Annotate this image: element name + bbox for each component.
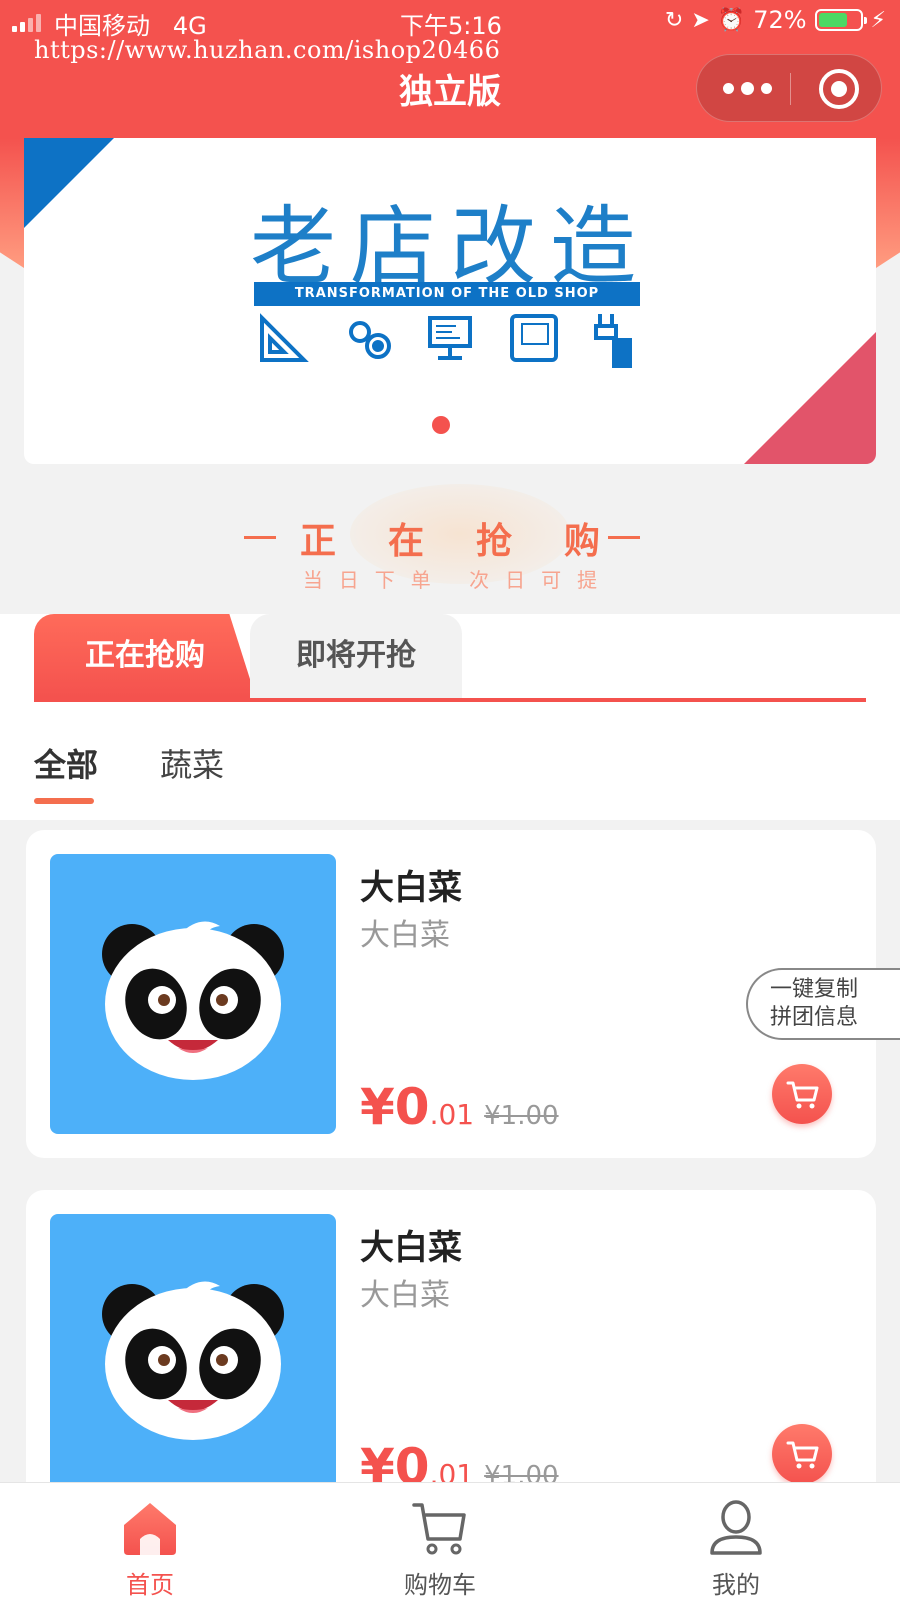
plug-icon [594, 314, 632, 368]
price-currency: ¥ [360, 1078, 395, 1136]
section-subheading: 当日下单 次日可提 [302, 568, 614, 592]
banner-area: 老店改造 TRANSFORMATION OF THE OLD SHOP [0, 138, 900, 464]
bottom-tab-bar: 首页 购物车 我的 [0, 1482, 900, 1600]
price-integer: 0 [394, 1078, 430, 1136]
charging-icon: ⚡ [870, 7, 886, 33]
flash-sale-heading: 正在抢购 当日下单 次日可提 [0, 464, 900, 614]
panda-mascot-icon [102, 921, 284, 1080]
product-description: 大白菜 [360, 918, 450, 953]
sale-tabs: 正在抢购 即将开抢 [0, 614, 900, 712]
monitor-icon [428, 316, 472, 360]
tabbar-cart-label: 购物车 [404, 1571, 476, 1599]
category-vegetables[interactable]: 蔬菜 [160, 740, 224, 786]
add-to-cart-button[interactable] [772, 1064, 832, 1124]
product-description: 大白菜 [360, 1278, 450, 1313]
battery-percent: 72% [753, 6, 807, 34]
category-bar: 全部 蔬菜 [0, 712, 900, 820]
tab-underline [34, 698, 866, 702]
banner-side-decoration-right [876, 138, 900, 268]
product-name: 大白菜 [360, 1228, 462, 1268]
mini-program-capsule [696, 54, 882, 122]
ruler-icon [260, 313, 309, 362]
watermark-url: https://www.huzhan.com/ishop20466 [34, 36, 501, 64]
section-heading: 正在抢购 [299, 521, 652, 562]
tabbar-mine[interactable]: 我的 [586, 1483, 886, 1600]
banner-side-decoration-left [0, 138, 24, 268]
blueprint-icon [510, 314, 558, 362]
home-icon [124, 1503, 176, 1555]
tabbar-mine-label: 我的 [712, 1571, 760, 1599]
banner-corner-red [744, 332, 876, 464]
add-to-cart-button[interactable] [772, 1424, 832, 1484]
battery-icon [814, 9, 867, 31]
product-card[interactable]: 大白菜 大白菜 ¥0.01 ¥1.00 [26, 1190, 876, 1518]
banner-icons [260, 313, 632, 368]
shopping-cart-icon [412, 1503, 466, 1555]
panda-mascot-icon [102, 1281, 284, 1440]
capsule-divider [790, 73, 791, 105]
banner-subtitle: TRANSFORMATION OF THE OLD SHOP [254, 282, 640, 306]
banner-slide[interactable]: 老店改造 TRANSFORMATION OF THE OLD SHOP [24, 138, 876, 464]
price-decimal: .01 [429, 1098, 475, 1131]
location-arrow-icon: ➤ [691, 7, 710, 33]
cart-icon [786, 1441, 819, 1469]
user-icon [710, 1500, 762, 1555]
signal-icon [12, 14, 41, 32]
product-image[interactable] [50, 854, 336, 1134]
category-selected-underline [34, 798, 94, 804]
tab-coming-soon[interactable]: 即将开抢 [250, 614, 462, 698]
product-price: ¥0.01 ¥1.00 [360, 1078, 559, 1136]
product-image[interactable] [50, 1214, 336, 1494]
copy-button-line2: 拼团信息 [770, 1005, 859, 1030]
original-price: ¥1.00 [484, 1101, 559, 1131]
tab-flash-sale-now[interactable]: 正在抢购 [34, 614, 256, 698]
copy-button-line1: 一键复制 [770, 977, 859, 1002]
tabbar-home-label: 首页 [126, 1571, 174, 1599]
tabbar-home[interactable]: 首页 [0, 1483, 300, 1600]
more-icon[interactable] [723, 82, 772, 95]
category-all[interactable]: 全部 [34, 740, 98, 786]
gears-icon [349, 321, 391, 359]
close-target-icon[interactable] [819, 69, 859, 109]
alarm-icon: ⏰ [717, 7, 746, 33]
cart-icon [786, 1081, 819, 1109]
copy-group-info-button[interactable]: 一键复制 拼团信息 [746, 968, 900, 1040]
product-name: 大白菜 [360, 868, 462, 908]
rotation-lock-icon: ↻ [664, 7, 684, 33]
carousel-indicator-dot[interactable] [432, 416, 450, 434]
tabbar-cart[interactable]: 购物车 [290, 1483, 590, 1600]
top-header: 中国移动 4G 下午5:16 ↻ ➤ ⏰ 72% ⚡ https://www.h… [0, 0, 900, 138]
